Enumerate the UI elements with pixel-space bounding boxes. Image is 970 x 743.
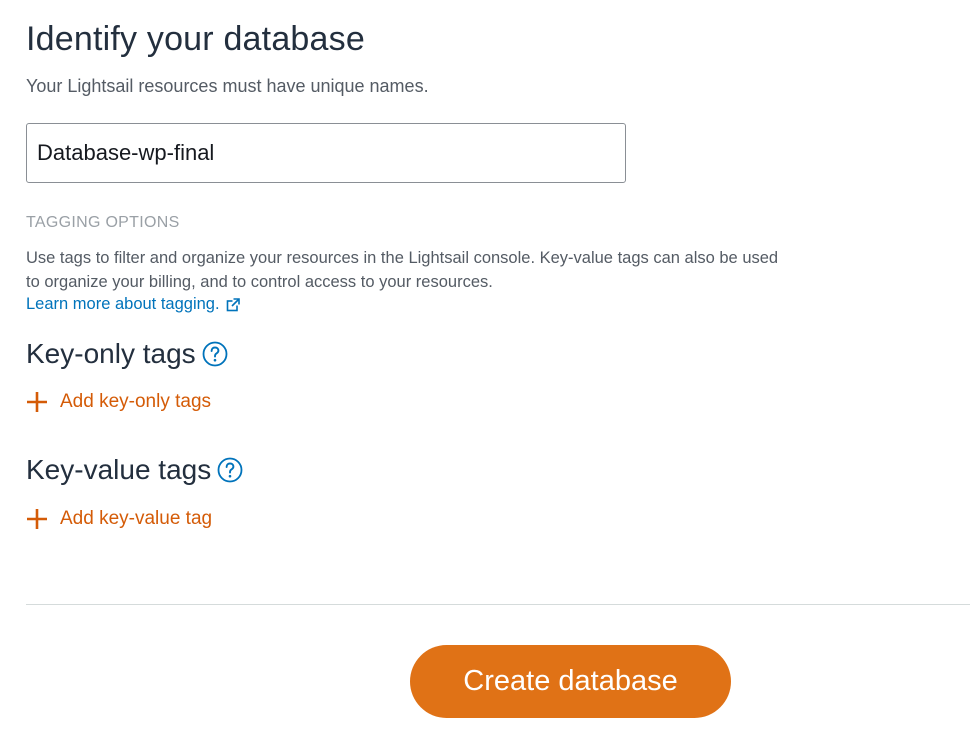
key-only-tags-title: Key-only tags: [26, 338, 196, 369]
key-only-tags-heading: Key-only tags: [26, 338, 228, 370]
learn-more-label: Learn more about tagging.: [26, 295, 220, 313]
create-database-page: Identify your database Your Lightsail re…: [0, 0, 970, 743]
add-key-value-tag-button[interactable]: Add key-value tag: [26, 508, 212, 530]
key-value-tags-title: Key-value tags: [26, 454, 212, 485]
section-divider: [26, 604, 970, 605]
tagging-description: Use tags to filter and organize your res…: [26, 249, 779, 291]
key-value-tags-heading: Key-value tags: [26, 454, 243, 486]
add-key-value-tag-label: Add key-value tag: [60, 508, 213, 529]
tagging-options-label: TAGGING OPTIONS: [26, 214, 180, 231]
add-key-only-tags-button[interactable]: Add key-only tags: [26, 391, 211, 413]
external-link-icon: [226, 297, 240, 311]
learn-more-tagging-link[interactable]: Learn more about tagging.: [26, 295, 240, 314]
question-circle-icon[interactable]: [217, 457, 243, 483]
plus-icon: [27, 509, 47, 529]
database-name-input[interactable]: [26, 123, 626, 183]
page-subtitle: Your Lightsail resources must have uniqu…: [26, 76, 429, 96]
page-title: Identify your database: [26, 20, 365, 58]
question-circle-icon[interactable]: [202, 341, 228, 367]
plus-icon: [27, 392, 47, 412]
create-database-button[interactable]: Create database: [410, 645, 731, 718]
add-key-only-tags-label: Add key-only tags: [60, 391, 212, 412]
